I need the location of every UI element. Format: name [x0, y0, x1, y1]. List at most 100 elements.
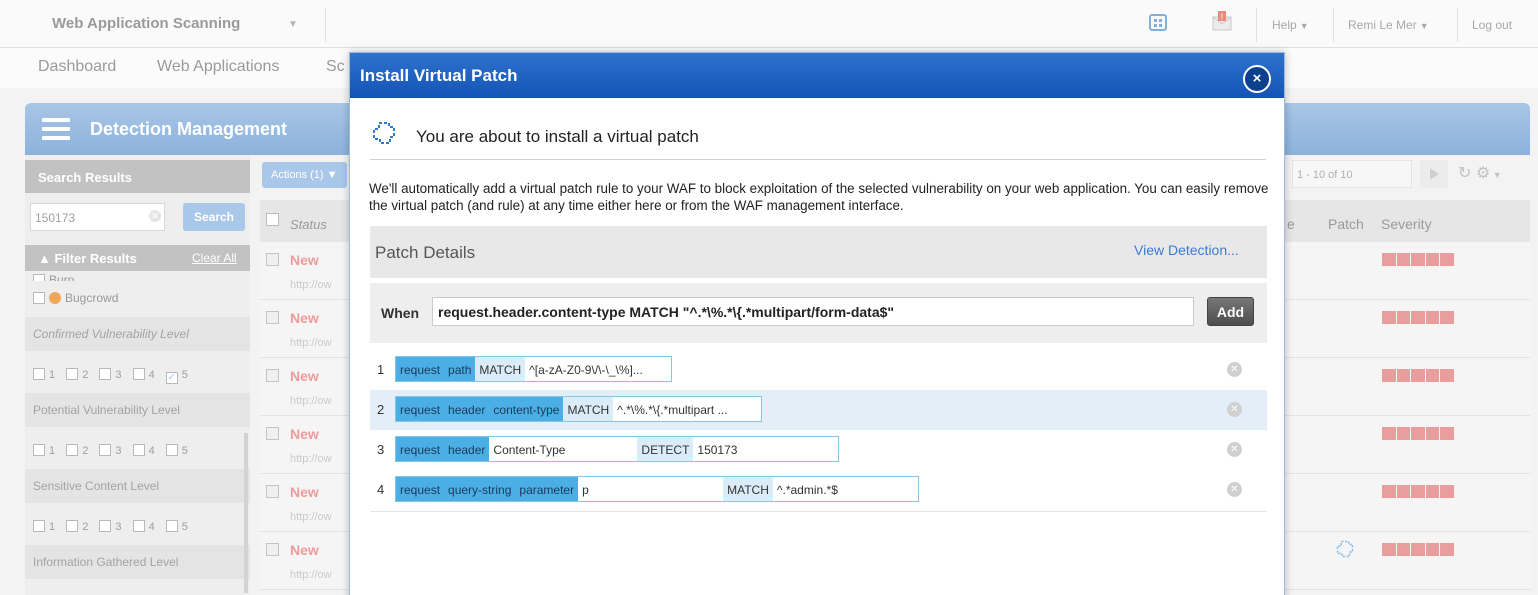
row-checkbox[interactable] — [266, 311, 279, 324]
level-check-2[interactable]: 2 — [66, 444, 88, 457]
rule-chain[interactable]: request header Content-Type DETECT 15017… — [395, 436, 840, 462]
row-url[interactable]: http://ow — [290, 453, 332, 465]
level-check-3[interactable]: 3 — [99, 444, 122, 457]
rule-row[interactable]: 1 request path MATCH ^[a-zA-Z0-9\/\-\_\%… — [370, 350, 1267, 390]
level-check-4[interactable]: 4 — [132, 520, 155, 533]
filter-results-title[interactable]: ▲ Filter Results — [38, 251, 137, 266]
checkbox[interactable] — [99, 520, 112, 532]
row-url[interactable]: http://ow — [290, 395, 332, 407]
rule-row[interactable]: 2 request header content-type MATCH ^.*\… — [370, 390, 1267, 430]
remove-rule-icon[interactable]: ✕ — [1227, 362, 1242, 377]
row-checkbox[interactable] — [266, 369, 279, 382]
col-partial[interactable]: e — [1287, 216, 1295, 232]
col-patch[interactable]: Patch — [1328, 216, 1364, 232]
search-button[interactable]: Search — [183, 203, 245, 231]
checkbox[interactable] — [33, 274, 45, 281]
rule-row[interactable]: 4 request query-string parameter p MATCH… — [370, 470, 1267, 510]
chevron-down-icon[interactable]: ▼ — [288, 19, 298, 30]
filter-bugcrowd[interactable]: Bugcrowd — [33, 291, 118, 305]
checkbox[interactable] — [165, 444, 178, 456]
divider — [325, 8, 326, 42]
checkbox[interactable] — [99, 368, 112, 380]
next-page-button[interactable] — [1420, 160, 1448, 188]
status-badge: New — [290, 310, 319, 326]
rule-row[interactable]: 3 request header Content-Type DETECT 150… — [370, 430, 1267, 470]
level-check-1[interactable]: 1 — [33, 520, 55, 533]
level-check-3[interactable]: 3 — [99, 368, 122, 381]
level-label: 5 — [181, 521, 188, 533]
row-checkbox[interactable] — [266, 253, 279, 266]
level-label: 4 — [148, 445, 155, 457]
apps-icon[interactable] — [1147, 11, 1169, 33]
help-menu[interactable]: Help ▼ — [1272, 18, 1309, 32]
row-checkbox[interactable] — [266, 485, 279, 498]
rule-chain[interactable]: request header content-type MATCH ^.*\%.… — [395, 396, 763, 422]
row-checkbox[interactable] — [266, 427, 279, 440]
row-checkbox[interactable] — [266, 543, 279, 556]
level-check-2[interactable]: 2 — [66, 368, 88, 381]
user-menu[interactable]: Remi Le Mer ▼ — [1348, 18, 1429, 32]
checkbox[interactable] — [66, 520, 79, 532]
checkbox[interactable] — [66, 444, 79, 456]
row-url[interactable]: http://ow — [290, 279, 332, 291]
add-button[interactable]: Add — [1207, 297, 1254, 326]
checkbox[interactable] — [99, 444, 112, 456]
checkbox[interactable] — [165, 520, 178, 532]
level-check-5[interactable]: ✓ 5 — [165, 369, 188, 384]
close-button[interactable]: × — [1243, 65, 1271, 93]
remove-rule-icon[interactable]: ✕ — [1227, 442, 1242, 457]
patch-details-header: Patch Details View Detection... — [370, 226, 1267, 278]
clear-icon[interactable]: ✕ — [149, 210, 161, 222]
notification-icon[interactable]: ! — [1211, 11, 1233, 33]
remove-rule-icon[interactable]: ✕ — [1227, 402, 1242, 417]
checkbox[interactable] — [33, 292, 45, 304]
refresh-icon[interactable]: ↻ — [1458, 165, 1471, 182]
remove-rule-icon[interactable]: ✕ — [1227, 482, 1242, 497]
col-status[interactable]: Status — [290, 217, 327, 232]
rule-chain[interactable]: request query-string parameter p MATCH ^… — [395, 476, 919, 502]
checkbox[interactable] — [33, 520, 45, 532]
checkbox[interactable] — [132, 444, 145, 456]
level-check-4[interactable]: 4 — [132, 368, 155, 381]
nav-scans[interactable]: Sc — [326, 58, 345, 76]
logout-link[interactable]: Log out — [1472, 18, 1512, 32]
filter-burp[interactable]: Burp — [33, 273, 74, 281]
checkbox[interactable] — [132, 520, 145, 532]
select-all-checkbox[interactable] — [266, 213, 279, 226]
actions-button[interactable]: Actions (1) ▼ — [262, 162, 347, 188]
level-check-1[interactable]: 1 — [33, 368, 55, 381]
row-url[interactable]: http://ow — [290, 337, 332, 349]
level-check-4[interactable]: 4 — [132, 444, 155, 457]
checkbox[interactable] — [33, 444, 45, 456]
rule-token: header — [444, 437, 490, 461]
row-url[interactable]: http://ow — [290, 569, 332, 581]
col-severity[interactable]: Severity — [1381, 216, 1432, 232]
nav-web-applications[interactable]: Web Applications — [157, 58, 279, 76]
search-input[interactable]: 150173 ✕ — [30, 203, 165, 231]
checkbox[interactable] — [132, 368, 145, 380]
level-check-1[interactable]: 1 — [33, 444, 55, 457]
app-title[interactable]: Web Application Scanning — [52, 15, 240, 32]
clear-all-link[interactable]: Clear All — [192, 251, 237, 265]
checkbox[interactable] — [33, 368, 45, 380]
checkbox[interactable]: ✓ — [165, 372, 178, 384]
sidebar-scrollbar[interactable] — [244, 433, 248, 593]
level-check-5[interactable]: 5 — [165, 444, 188, 457]
severity-bar — [1382, 485, 1454, 498]
row-url[interactable]: http://ow — [290, 511, 332, 523]
checkbox[interactable] — [66, 368, 79, 380]
level-check-2[interactable]: 2 — [66, 520, 88, 533]
install-virtual-patch-dialog: Install Virtual Patch × You are about to… — [349, 52, 1285, 595]
bugcrowd-icon — [49, 292, 61, 304]
level-check-5[interactable]: 5 — [165, 520, 188, 533]
chevron-down-icon[interactable]: ▼ — [1490, 170, 1502, 180]
level-check-3[interactable]: 3 — [99, 520, 122, 533]
help-label: Help — [1272, 18, 1297, 32]
nav-dashboard[interactable]: Dashboard — [38, 58, 116, 76]
bugcrowd-label: Bugcrowd — [65, 291, 119, 305]
view-detection-link[interactable]: View Detection... — [1134, 242, 1239, 258]
rule-expression-input[interactable]: request.header.content-type MATCH "^.*\%… — [432, 297, 1194, 326]
gear-icon[interactable]: ⚙ — [1476, 165, 1490, 182]
rule-chain[interactable]: request path MATCH ^[a-zA-Z0-9\/\-\_\%].… — [395, 356, 673, 382]
actions-label: Actions (1) — [271, 169, 324, 181]
